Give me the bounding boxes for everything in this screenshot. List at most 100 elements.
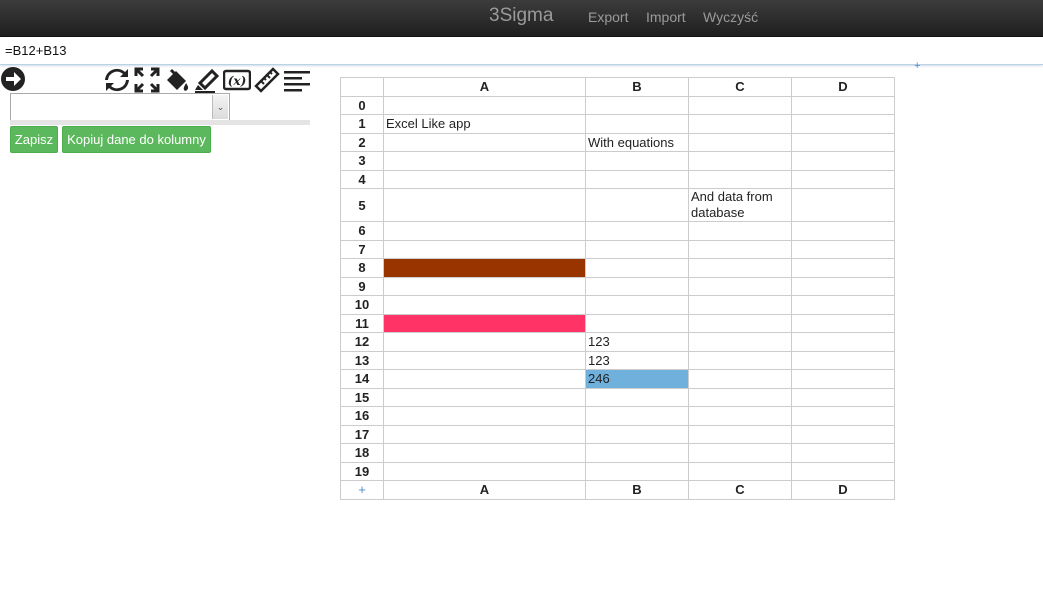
formula-input[interactable] [0, 37, 1043, 64]
save-button[interactable]: Zapisz [10, 126, 58, 153]
cell-d1[interactable] [791, 114, 895, 134]
cell-a4[interactable] [383, 169, 586, 189]
row-header[interactable]: 12 [340, 332, 384, 352]
row-header[interactable]: 8 [340, 258, 384, 278]
cell-b3[interactable] [585, 151, 689, 171]
nav-link-export[interactable]: Export [588, 9, 628, 25]
row-header[interactable]: 18 [340, 443, 384, 463]
row-header[interactable]: 13 [340, 350, 384, 370]
cell-d5[interactable] [791, 188, 895, 222]
cell-a3[interactable] [383, 151, 586, 171]
arrow-right-circle-icon[interactable] [0, 66, 28, 94]
cell-d4[interactable] [791, 169, 895, 189]
column-footer-c[interactable]: C [688, 480, 792, 500]
column-header-b[interactable]: B [585, 77, 689, 97]
cell-d15[interactable] [791, 387, 895, 407]
cell-b18[interactable] [585, 443, 689, 463]
cell-a18[interactable] [383, 443, 586, 463]
cell-a12[interactable] [383, 332, 586, 352]
column-header-d[interactable]: D [791, 77, 895, 97]
cell-b2[interactable]: With equations [585, 132, 689, 152]
cell-d17[interactable] [791, 424, 895, 444]
row-header[interactable]: 17 [340, 424, 384, 444]
cell-b4[interactable] [585, 169, 689, 189]
cell-d8[interactable] [791, 258, 895, 278]
row-header[interactable]: 7 [340, 239, 384, 259]
cell-d14[interactable] [791, 369, 895, 389]
cell-b1[interactable] [585, 114, 689, 134]
cell-b14[interactable]: 246 [585, 369, 689, 389]
cell-a13[interactable] [383, 350, 586, 370]
cell-a11[interactable] [383, 313, 586, 333]
cell-b7[interactable] [585, 239, 689, 259]
cell-c16[interactable] [688, 406, 792, 426]
cell-c19[interactable] [688, 461, 792, 481]
cell-c6[interactable] [688, 221, 792, 241]
cell-b10[interactable] [585, 295, 689, 315]
cell-b16[interactable] [585, 406, 689, 426]
cell-b9[interactable] [585, 276, 689, 296]
cell-c11[interactable] [688, 313, 792, 333]
cell-a8[interactable] [383, 258, 586, 278]
nav-link-import[interactable]: Import [646, 9, 686, 25]
cell-a7[interactable] [383, 239, 586, 259]
copy-to-column-button[interactable]: Kopiuj dane do kolumny [62, 126, 211, 153]
column-footer-b[interactable]: B [585, 480, 689, 500]
cell-a15[interactable] [383, 387, 586, 407]
row-header[interactable]: 4 [340, 169, 384, 189]
row-header[interactable]: 2 [340, 132, 384, 152]
cell-d3[interactable] [791, 151, 895, 171]
nav-link-clear[interactable]: Wyczyść [703, 9, 758, 25]
cell-a1[interactable]: Excel Like app [383, 114, 586, 134]
cell-a0[interactable] [383, 95, 586, 115]
variable-icon[interactable]: (x) [223, 66, 251, 94]
cell-a14[interactable] [383, 369, 586, 389]
cell-c4[interactable] [688, 169, 792, 189]
cell-b6[interactable] [585, 221, 689, 241]
cell-a6[interactable] [383, 221, 586, 241]
cell-a19[interactable] [383, 461, 586, 481]
cell-c14[interactable] [688, 369, 792, 389]
column-footer-a[interactable]: A [383, 480, 586, 500]
cell-a2[interactable] [383, 132, 586, 152]
cell-d12[interactable] [791, 332, 895, 352]
row-header[interactable]: 0 [340, 95, 384, 115]
cell-d10[interactable] [791, 295, 895, 315]
row-header[interactable]: 19 [340, 461, 384, 481]
row-header[interactable]: 16 [340, 406, 384, 426]
row-header[interactable]: 6 [340, 221, 384, 241]
cell-c17[interactable] [688, 424, 792, 444]
cell-b12[interactable]: 123 [585, 332, 689, 352]
cell-b8[interactable] [585, 258, 689, 278]
cell-d11[interactable] [791, 313, 895, 333]
column-header-c[interactable]: C [688, 77, 792, 97]
cell-b17[interactable] [585, 424, 689, 444]
cell-d13[interactable] [791, 350, 895, 370]
cell-c5[interactable]: And data from database [688, 188, 792, 222]
cell-c18[interactable] [688, 443, 792, 463]
cell-b11[interactable] [585, 313, 689, 333]
row-header[interactable]: 9 [340, 276, 384, 296]
cell-d9[interactable] [791, 276, 895, 296]
cell-c2[interactable] [688, 132, 792, 152]
column-footer-d[interactable]: D [791, 480, 895, 500]
align-left-icon[interactable] [283, 66, 311, 94]
row-header[interactable]: 15 [340, 387, 384, 407]
cell-d0[interactable] [791, 95, 895, 115]
cell-b19[interactable] [585, 461, 689, 481]
brand-logo-text[interactable]: 3Sigma [489, 5, 553, 27]
add-column-plus[interactable]: + [914, 60, 920, 72]
cell-c12[interactable] [688, 332, 792, 352]
column-select[interactable]: ⌄ [10, 93, 230, 121]
add-row-plus[interactable]: + [340, 480, 384, 500]
cell-b13[interactable]: 123 [585, 350, 689, 370]
cell-a10[interactable] [383, 295, 586, 315]
cell-d19[interactable] [791, 461, 895, 481]
cell-a5[interactable] [383, 188, 586, 222]
cell-b5[interactable] [585, 188, 689, 222]
ruler-icon[interactable] [253, 66, 281, 94]
cell-c3[interactable] [688, 151, 792, 171]
row-header[interactable]: 5 [340, 188, 384, 222]
cell-d18[interactable] [791, 443, 895, 463]
cell-a16[interactable] [383, 406, 586, 426]
